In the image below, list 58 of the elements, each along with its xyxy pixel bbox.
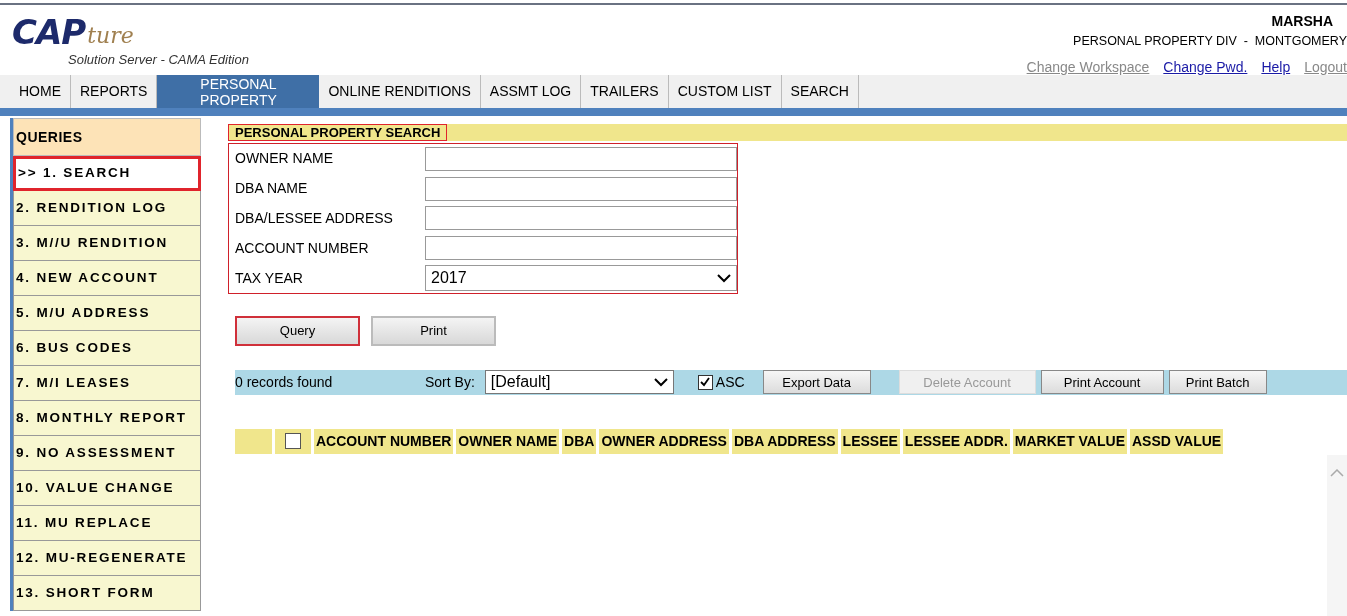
input-field[interactable] [425, 206, 737, 231]
scrollbar[interactable] [1327, 455, 1347, 616]
sort-label: Sort By: [425, 373, 475, 392]
sidebar-item[interactable]: 7. M/I LEASES [13, 366, 201, 401]
chevron-down-icon [653, 378, 668, 387]
sidebar-item[interactable]: 6. BUS CODES [13, 331, 201, 366]
sidebar-item[interactable]: 2. RENDITION LOG [13, 191, 201, 226]
toolbar-button[interactable]: Print Batch [1168, 370, 1267, 395]
header-link[interactable]: Help [1261, 56, 1291, 78]
column-header: MARKET VALUE [1012, 429, 1127, 454]
action-button[interactable]: Print [371, 316, 496, 346]
sidebar-item[interactable]: 12. MU-REGENERATE [13, 541, 201, 576]
field-label: DBA/LESSEE ADDRESS [234, 209, 394, 228]
field-label: ACCOUNT NUMBER [234, 238, 370, 258]
select-all-checkbox[interactable] [285, 433, 301, 450]
input-field[interactable] [425, 236, 737, 261]
sidebar-item[interactable]: 10. VALUE CHANGE [13, 471, 201, 506]
logo-text: CAP [12, 15, 86, 49]
column-header: ASSD VALUE [1130, 429, 1224, 454]
tax-year-dropdown[interactable]: 2017 [425, 265, 737, 292]
nav-tab[interactable]: PERSONAL PROPERTY [157, 75, 320, 108]
section-title: PERSONAL PROPERTY SEARCH [228, 124, 448, 141]
sidebar-item[interactable]: 13. SHORT FORM [13, 576, 201, 611]
sidebar-item[interactable]: 3. M//U RENDITION [13, 226, 201, 261]
field-label: TAX YEAR [234, 268, 304, 288]
sidebar-item[interactable]: 5. M/U ADDRESS [13, 296, 201, 331]
toolbar-button[interactable]: Print Account [1040, 370, 1164, 395]
column-header: LESSEE [840, 429, 900, 454]
user-name: MARSHA [1271, 12, 1334, 31]
column-header: OWNER ADDRESS [599, 429, 729, 454]
column-header: LESSEE ADDR. [902, 429, 1010, 454]
field-label: DBA NAME [234, 179, 309, 199]
column-header: OWNER NAME [456, 429, 560, 454]
sidebar-item[interactable]: 8. MONTHLY REPORT [13, 401, 201, 436]
field-label: OWNER NAME [234, 149, 334, 169]
column-header: DBA [562, 429, 597, 454]
toolbar-button[interactable]: Export Data [762, 370, 871, 395]
sidebar-item[interactable]: 11. MU REPLACE [13, 506, 201, 541]
action-button[interactable]: Query [235, 316, 360, 346]
logo-script-text: ture [87, 25, 134, 47]
scroll-up-icon[interactable] [1330, 469, 1344, 477]
header-link[interactable]: Change Pwd. [1163, 56, 1248, 78]
sort-dropdown[interactable]: [Default] [484, 370, 674, 395]
input-field[interactable] [425, 146, 737, 171]
records-count: 0 records found [235, 373, 334, 392]
user-division: PERSONAL PROPERTY DIV - MONTGOMERY [1073, 33, 1347, 50]
sidebar-title: QUERIES [13, 118, 201, 156]
header-cell [235, 429, 272, 454]
column-header: ACCOUNT NUMBER [314, 429, 454, 454]
sidebar-item[interactable]: >> 1. SEARCH [13, 156, 201, 191]
asc-checkbox[interactable] [697, 375, 713, 390]
logo-subtitle: Solution Server - CAMA Edition [68, 51, 249, 69]
chevron-down-icon [717, 273, 731, 283]
column-header: DBA ADDRESS [731, 429, 838, 454]
sidebar-item[interactable]: 4. NEW ACCOUNT [13, 261, 201, 296]
input-field[interactable] [425, 176, 737, 201]
asc-label: ASC [715, 373, 745, 392]
sidebar-item[interactable]: 9. NO ASSESSMENT [13, 436, 201, 471]
